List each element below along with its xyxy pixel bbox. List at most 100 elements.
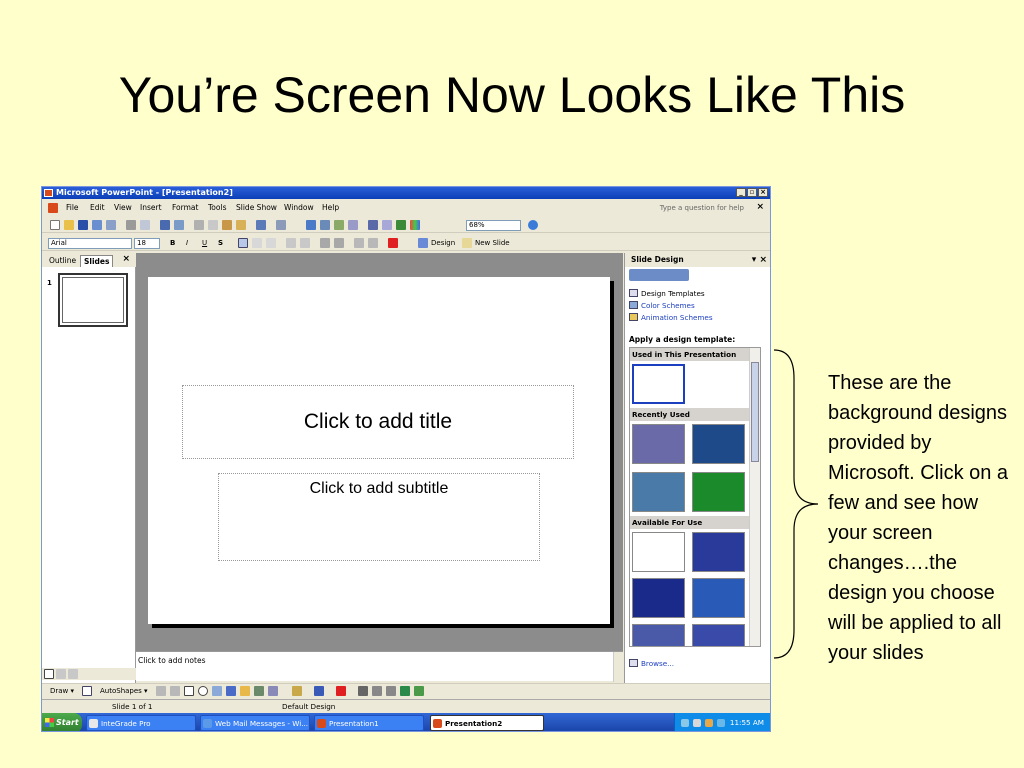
subtitle-placeholder[interactable]: Click to add subtitle: [218, 473, 540, 561]
design-icon[interactable]: [418, 238, 428, 248]
permission-icon[interactable]: [92, 220, 102, 230]
copy-icon[interactable]: [208, 220, 218, 230]
font-color-icon[interactable]: [388, 238, 398, 248]
menu-help[interactable]: Help: [322, 203, 339, 212]
undo-icon[interactable]: [256, 220, 266, 230]
show-formatting-icon[interactable]: [382, 220, 392, 230]
tab-outline[interactable]: Outline: [46, 255, 79, 266]
design-templates-link[interactable]: Design Templates: [641, 289, 705, 298]
font-select[interactable]: Arial: [48, 238, 132, 249]
underline-button[interactable]: U: [202, 239, 207, 247]
network-icon[interactable]: [681, 719, 689, 727]
menu-edit[interactable]: Edit: [90, 203, 105, 212]
research-icon[interactable]: [174, 220, 184, 230]
decrease-font-icon[interactable]: [334, 238, 344, 248]
template-available-3[interactable]: [632, 578, 685, 618]
bold-button[interactable]: B: [170, 239, 175, 247]
document-close-button[interactable]: ×: [756, 202, 764, 212]
volume-icon[interactable]: [693, 719, 701, 727]
normal-view-icon[interactable]: [44, 669, 54, 679]
italic-button[interactable]: I: [186, 239, 188, 247]
document-icon[interactable]: [48, 203, 58, 213]
shadow-style-icon[interactable]: [400, 686, 410, 696]
save-icon[interactable]: [78, 220, 88, 230]
decrease-indent-icon[interactable]: [354, 238, 364, 248]
menu-slide-show[interactable]: Slide Show: [236, 203, 277, 212]
insert-table-icon[interactable]: [320, 220, 330, 230]
zoom-select[interactable]: 68%: [466, 220, 521, 231]
numbering-icon[interactable]: [286, 238, 296, 248]
bullets-icon[interactable]: [300, 238, 310, 248]
draw-menu[interactable]: Draw ▾: [50, 687, 74, 695]
clip-art-icon[interactable]: [254, 686, 264, 696]
paste-icon[interactable]: [222, 220, 232, 230]
color-grayscale-icon[interactable]: [410, 220, 420, 230]
align-right-icon[interactable]: [266, 238, 276, 248]
slide-show-icon[interactable]: [68, 669, 78, 679]
email-icon[interactable]: [106, 220, 116, 230]
template-default[interactable]: [632, 364, 685, 404]
template-recent-4[interactable]: [692, 472, 745, 512]
open-icon[interactable]: [64, 220, 74, 230]
help-question-box[interactable]: Type a question for help: [660, 204, 744, 212]
shadow-button[interactable]: S: [218, 239, 223, 247]
notes-scrollbar[interactable]: [613, 652, 623, 682]
gallery-scroll-thumb[interactable]: [751, 362, 759, 462]
start-button[interactable]: Start: [42, 713, 82, 731]
restore-button[interactable]: ▫: [747, 188, 757, 197]
template-available-5[interactable]: [632, 624, 685, 646]
messenger-icon[interactable]: [717, 719, 725, 727]
template-available-1[interactable]: [632, 532, 685, 572]
redo-icon[interactable]: [276, 220, 286, 230]
minimize-button[interactable]: _: [736, 188, 746, 197]
slide-sorter-icon[interactable]: [56, 669, 66, 679]
template-available-6[interactable]: [692, 624, 745, 646]
cut-icon[interactable]: [194, 220, 204, 230]
new-slide-icon[interactable]: [462, 238, 472, 248]
print-icon[interactable]: [126, 220, 136, 230]
tab-slides[interactable]: Slides: [80, 255, 114, 267]
security-icon[interactable]: [705, 719, 713, 727]
menu-insert[interactable]: Insert: [140, 203, 162, 212]
menu-window[interactable]: Window: [284, 203, 314, 212]
align-left-icon[interactable]: [238, 238, 248, 248]
text-box-icon[interactable]: [212, 686, 222, 696]
insert-picture-icon[interactable]: [348, 220, 358, 230]
taskbar-presentation2[interactable]: Presentation2: [430, 715, 544, 731]
picture-icon[interactable]: [268, 686, 278, 696]
animation-schemes-link[interactable]: Animation Schemes: [641, 313, 713, 322]
template-available-2[interactable]: [692, 532, 745, 572]
select-pointer-icon[interactable]: [82, 686, 92, 696]
taskbar-web-mail[interactable]: Web Mail Messages - Wi...: [200, 715, 310, 731]
diagram-icon[interactable]: [240, 686, 250, 696]
template-recent-3[interactable]: [632, 472, 685, 512]
template-available-4[interactable]: [692, 578, 745, 618]
wordart-icon[interactable]: [226, 686, 236, 696]
line-style-icon[interactable]: [358, 686, 368, 696]
rectangle-icon[interactable]: [184, 686, 194, 696]
template-recent-2[interactable]: [692, 424, 745, 464]
browse-link[interactable]: Browse...: [641, 659, 674, 668]
help-icon[interactable]: [528, 220, 538, 230]
draw-font-color-icon[interactable]: [336, 686, 346, 696]
oval-icon[interactable]: [198, 686, 208, 696]
tables-borders-icon[interactable]: [334, 220, 344, 230]
expand-all-icon[interactable]: [368, 220, 378, 230]
slide-canvas[interactable]: Click to add title Click to add subtitle: [148, 277, 610, 624]
task-pane-close-button[interactable]: ▾ ×: [752, 253, 767, 267]
spelling-icon[interactable]: [160, 220, 170, 230]
increase-indent-icon[interactable]: [368, 238, 378, 248]
template-recent-1[interactable]: [632, 424, 685, 464]
insert-chart-icon[interactable]: [306, 220, 316, 230]
slide-thumbnail[interactable]: [58, 273, 128, 327]
increase-font-icon[interactable]: [320, 238, 330, 248]
color-schemes-link[interactable]: Color Schemes: [641, 301, 695, 310]
menu-file[interactable]: File: [66, 203, 79, 212]
new-icon[interactable]: [50, 220, 60, 230]
line-icon[interactable]: [156, 686, 166, 696]
menu-format[interactable]: Format: [172, 203, 198, 212]
arrow-icon[interactable]: [170, 686, 180, 696]
gallery-scrollbar[interactable]: [749, 348, 760, 646]
grid-icon[interactable]: [396, 220, 406, 230]
arrow-style-icon[interactable]: [386, 686, 396, 696]
